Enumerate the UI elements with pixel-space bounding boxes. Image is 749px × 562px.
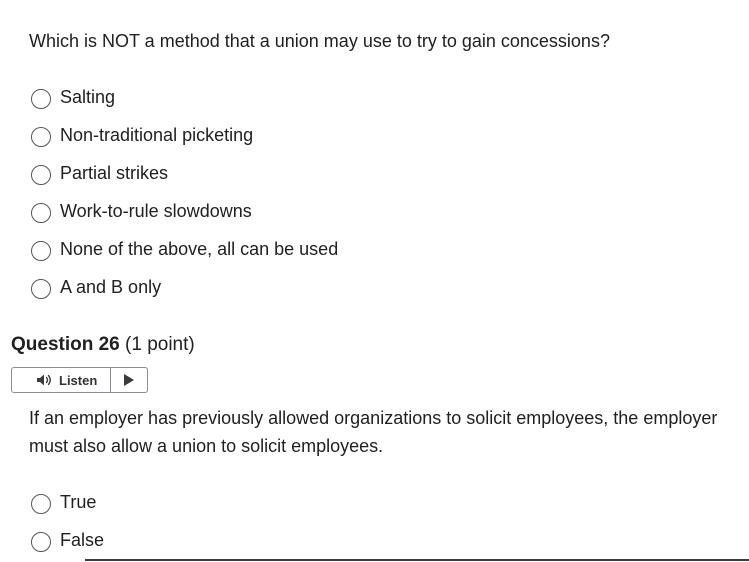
option-label: Salting <box>60 87 116 107</box>
question-prompt: Which is NOT a method that a union may u… <box>29 31 610 51</box>
option-label: False <box>60 530 105 550</box>
option-label: None of the above, all can be used <box>60 239 339 259</box>
answer-options: True False <box>31 483 104 559</box>
speaker-icon <box>37 374 51 386</box>
radio-button[interactable] <box>31 127 51 147</box>
radio-button[interactable] <box>31 241 51 261</box>
play-icon <box>124 374 134 386</box>
question-title: Question 26 <box>11 334 120 355</box>
question-points: (1 point) <box>125 334 195 355</box>
answer-option[interactable]: Salting <box>31 78 338 116</box>
option-label: True <box>60 492 97 512</box>
option-label: Partial strikes <box>60 163 169 183</box>
answer-option[interactable]: Non-traditional picketing <box>31 116 338 154</box>
radio-button[interactable] <box>31 165 51 185</box>
listen-button[interactable]: Listen <box>12 368 111 392</box>
answer-option[interactable]: Work-to-rule slowdowns <box>31 192 338 230</box>
listen-label: Listen <box>59 372 98 388</box>
answer-option[interactable]: False <box>31 521 104 559</box>
question-prompt: If an employer has previously allowed or… <box>29 408 718 456</box>
answer-options: Salting Non-traditional picketing Partia… <box>31 78 338 306</box>
divider <box>85 559 749 561</box>
answer-option[interactable]: Partial strikes <box>31 154 338 192</box>
radio-button[interactable] <box>31 494 51 514</box>
listen-toolbar: Listen <box>11 367 148 393</box>
question-heading: Question 26 (1 point) <box>11 333 195 357</box>
radio-button[interactable] <box>31 89 51 109</box>
radio-button[interactable] <box>31 203 51 223</box>
play-button[interactable] <box>111 368 147 392</box>
radio-button[interactable] <box>31 532 51 552</box>
option-label: Work-to-rule slowdowns <box>60 201 252 221</box>
option-label: Non-traditional picketing <box>60 125 254 145</box>
answer-option[interactable]: True <box>31 483 104 521</box>
answer-option[interactable]: A and B only <box>31 268 338 306</box>
answer-option[interactable]: None of the above, all can be used <box>31 230 338 268</box>
option-label: A and B only <box>60 277 162 297</box>
radio-button[interactable] <box>31 279 51 299</box>
